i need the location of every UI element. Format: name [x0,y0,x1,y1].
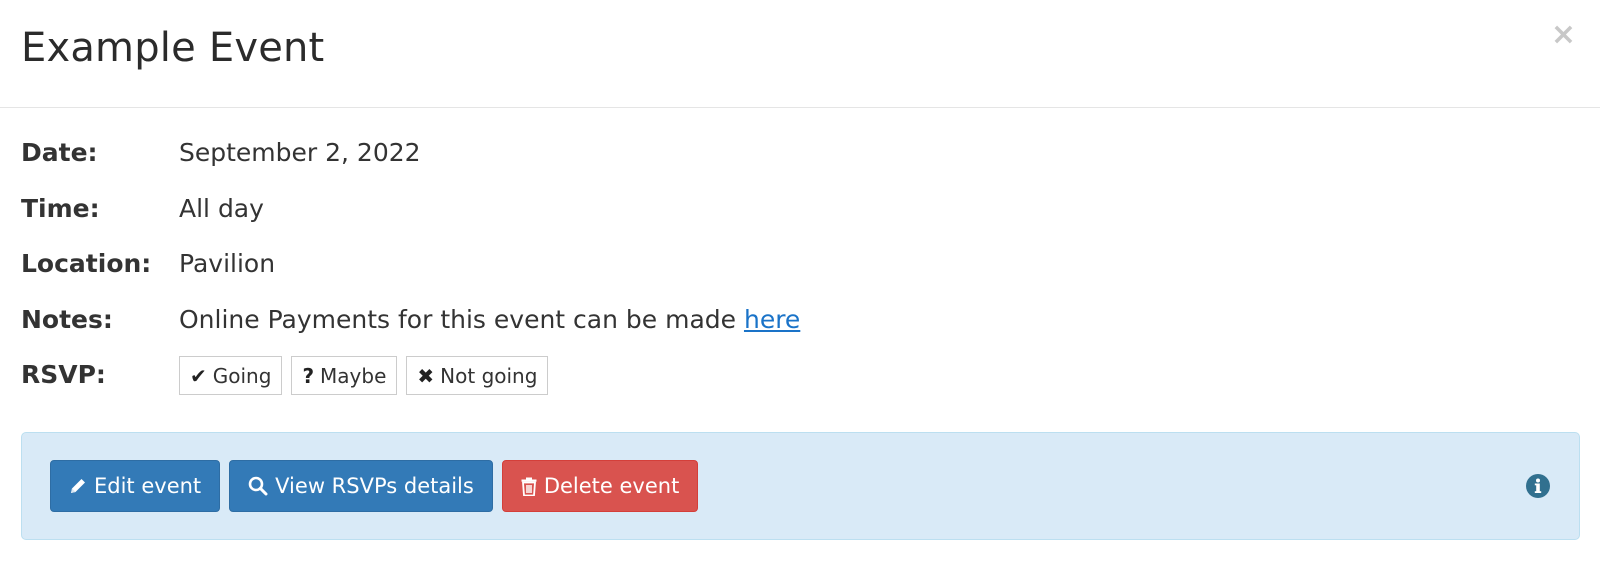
rsvp-not-going-button[interactable]: ✖ Not going [406,356,549,395]
check-icon: ✔ [190,363,207,388]
rsvp-maybe-button[interactable]: ? Maybe [291,356,398,395]
close-icon[interactable]: × [1551,20,1576,50]
rsvp-button-group: ✔ Going ? Maybe ✖ Not going [179,356,549,395]
info-icon[interactable] [1525,473,1551,499]
rsvp-going-label: Going [212,363,272,388]
view-rsvps-button[interactable]: View RSVPs details [229,460,493,512]
rsvp-maybe-label: Maybe [320,363,387,388]
action-button-group: Edit event View RSVPs details Delete eve… [50,460,699,512]
edit-event-button[interactable]: Edit event [50,460,221,512]
date-label: Date: [21,138,98,167]
edit-event-label: Edit event [94,474,202,498]
rsvp-not-going-label: Not going [440,363,538,388]
rsvp-going-button[interactable]: ✔ Going [179,356,283,395]
pencil-icon [69,477,87,495]
time-label: Time: [21,193,100,223]
location-label: Location: [21,249,152,278]
delete-event-button[interactable]: Delete event [501,460,699,512]
question-icon: ? [302,363,315,388]
view-rsvps-label: View RSVPs details [275,474,474,498]
modal-header: Example Event × [0,0,1600,108]
notes-text: Online Payments for this event can be ma… [179,304,744,334]
trash-icon [521,477,537,496]
notes-label: Notes: [21,304,113,334]
location-value: Pavilion [179,249,276,278]
payment-link[interactable]: here [744,305,800,334]
search-icon [248,476,268,496]
rsvp-label: RSVP: [21,360,106,389]
delete-event-label: Delete event [543,474,680,498]
x-icon: ✖ [417,363,435,388]
page-title: Example Event [21,25,325,71]
time-value: All day [179,193,264,223]
date-value: September 2, 2022 [179,138,421,167]
notes-value: Online Payments for this event can be ma… [179,305,800,334]
actions-panel: Edit event View RSVPs details Delete eve… [21,432,1580,540]
event-modal: Example Event × Date: September 2, 2022 … [0,0,1600,570]
